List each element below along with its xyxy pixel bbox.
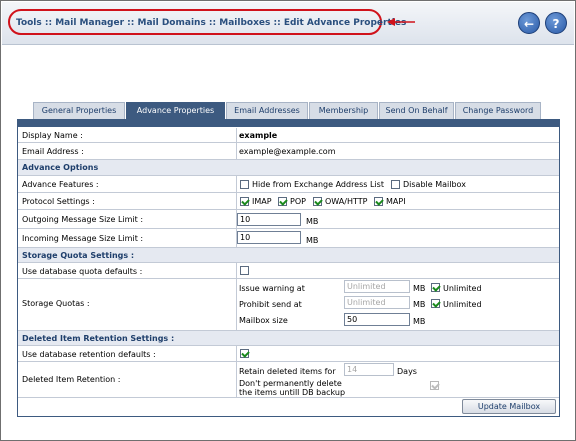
owa-http-label: OWA/HTTP [325, 197, 368, 206]
header-bar: Tools :: Mail Manager :: Mail Domains ::… [2, 2, 574, 45]
outgoing-limit-unit: MB [306, 217, 319, 226]
retention-heading: Deleted Item Retention Settings : [22, 334, 175, 343]
retain-deleted-unit: Days [397, 367, 417, 376]
issue-warning-unlimited-label: Unlimited [443, 284, 482, 293]
deleted-item-retention-row: Deleted Item Retention : Retain deleted … [18, 362, 559, 398]
outgoing-limit-input[interactable] [237, 213, 301, 226]
deleted-item-retention-label: Deleted Item Retention : [22, 375, 121, 384]
retain-deleted-label: Retain deleted items for [239, 367, 336, 376]
advance-features-label: Advance Features : [22, 180, 99, 189]
incoming-limit-unit: MB [306, 236, 319, 245]
mailbox-size-input[interactable] [344, 313, 410, 326]
incoming-limit-label: Incoming Message Size Limit : [22, 234, 144, 243]
display-name-label: Display Name : [22, 131, 83, 140]
retention-section: Deleted Item Retention Settings : [18, 331, 559, 346]
quota-defaults-checkbox[interactable] [240, 266, 249, 275]
prohibit-send-input[interactable] [344, 296, 410, 309]
issue-warning-unit: MB [413, 284, 426, 293]
mailbox-size-label: Mailbox size [239, 316, 288, 325]
storage-quotas-label: Storage Quotas : [22, 299, 90, 308]
email-row: Email Address : example@example.com [18, 143, 559, 160]
dont-delete-checkbox[interactable] [430, 381, 439, 390]
imap-checkbox[interactable] [240, 197, 249, 206]
dont-delete-label-line1: Don't permanently delete [239, 379, 342, 388]
advance-options-heading: Advance Options [22, 163, 99, 172]
outgoing-limit-label: Outgoing Message Size Limit : [22, 215, 144, 224]
tab-advance-properties[interactable]: Advance Properties [126, 102, 225, 120]
display-name-row: Display Name : example [18, 128, 559, 143]
tab-change-password[interactable]: Change Password [455, 102, 541, 119]
properties-panel: Display Name : example Email Address : e… [17, 119, 560, 417]
disable-mailbox-label: Disable Mailbox [403, 180, 466, 189]
breadcrumb: Tools :: Mail Manager :: Mail Domains ::… [16, 18, 407, 28]
retention-defaults-row: Use database retention defaults : [18, 346, 559, 362]
back-arrow-icon[interactable]: ← [518, 12, 540, 34]
email-label: Email Address : [22, 147, 84, 156]
retention-defaults-checkbox[interactable] [240, 349, 249, 358]
pop-label: POP [290, 197, 306, 206]
update-mailbox-button[interactable]: Update Mailbox [462, 399, 556, 414]
issue-warning-label: Issue warning at [239, 284, 305, 293]
mapi-checkbox[interactable] [374, 197, 383, 206]
imap-label: IMAP [252, 197, 272, 206]
prohibit-send-label: Prohibit send at [239, 300, 302, 309]
incoming-limit-row: Incoming Message Size Limit : MB [18, 229, 559, 248]
window: Tools :: Mail Manager :: Mail Domains ::… [0, 0, 576, 441]
prohibit-send-unlimited-label: Unlimited [443, 300, 482, 309]
outgoing-limit-row: Outgoing Message Size Limit : MB [18, 210, 559, 229]
incoming-limit-input[interactable] [237, 231, 301, 244]
pop-checkbox[interactable] [278, 197, 287, 206]
storage-quota-heading: Storage Quota Settings : [22, 251, 135, 260]
quota-defaults-label: Use database quota defaults : [22, 267, 143, 276]
quota-defaults-row: Use database quota defaults : [18, 263, 559, 279]
display-name-value: example [239, 131, 278, 140]
panel-top-bar [18, 120, 559, 127]
storage-quota-section: Storage Quota Settings : [18, 248, 559, 263]
tab-membership[interactable]: Membership [309, 102, 378, 119]
mailbox-size-unit: MB [413, 317, 426, 326]
mapi-label: MAPI [386, 197, 406, 206]
pointer-arrow-icon [387, 18, 415, 26]
issue-warning-input[interactable] [344, 280, 410, 293]
advance-options-section: Advance Options [18, 160, 559, 176]
prohibit-send-unlimited-checkbox[interactable] [431, 299, 440, 308]
protocol-settings-label: Protocol Settings : [22, 197, 95, 206]
hide-gal-label: Hide from Exchange Address List [252, 180, 384, 189]
retain-deleted-input[interactable] [344, 363, 394, 376]
help-icon[interactable]: ? [545, 12, 567, 34]
dont-delete-label-line2: the items untill DB backup [239, 388, 346, 397]
issue-warning-unlimited-checkbox[interactable] [431, 283, 440, 292]
retention-defaults-label: Use database retention defaults : [22, 350, 156, 359]
hide-gal-checkbox[interactable] [240, 180, 249, 189]
prohibit-send-unit: MB [413, 300, 426, 309]
owa-http-checkbox[interactable] [313, 197, 322, 206]
tab-email-addresses[interactable]: Email Addresses [226, 102, 308, 119]
tab-send-on-behalf[interactable]: Send On Behalf [379, 102, 454, 119]
disable-mailbox-checkbox[interactable] [391, 180, 400, 189]
advance-features-row: Advance Features : Hide from Exchange Ad… [18, 176, 559, 193]
email-value: example@example.com [239, 147, 336, 156]
protocol-settings-row: Protocol Settings : IMAP POP OWA/HTTP MA… [18, 193, 559, 210]
tab-general-properties[interactable]: General Properties [33, 102, 125, 119]
storage-quotas-row: Storage Quotas : Issue warning at MB Unl… [18, 279, 559, 331]
